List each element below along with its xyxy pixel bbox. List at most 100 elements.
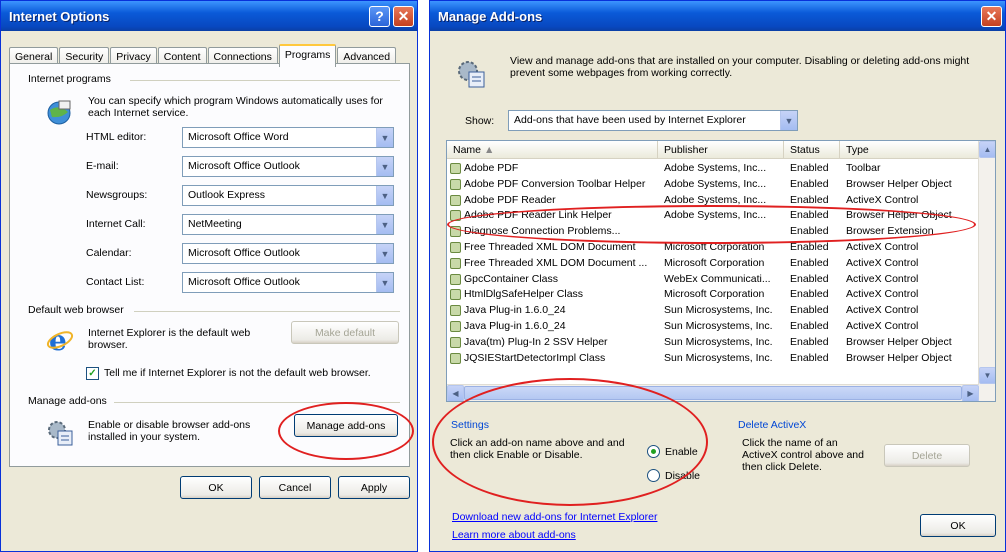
table-row[interactable]: Free Threaded XML DOM Document ... Micros… (447, 256, 979, 271)
newsgroups-label: Newsgroups: (86, 189, 148, 201)
delete-button[interactable]: Delete (884, 444, 970, 467)
internet-programs-description: You can specify which program Windows au… (88, 95, 383, 119)
apply-button[interactable]: Apply (338, 476, 410, 499)
addon-type: Browser Helper Object (846, 177, 952, 190)
email-select[interactable]: Microsoft Office Outlook ▼ (182, 156, 394, 177)
internet-call-select[interactable]: NetMeeting ▼ (182, 214, 394, 235)
table-row[interactable]: Adobe PDF Conversion Toolbar Helper Adobe… (447, 177, 979, 192)
addon-name: GpcContainer Class (464, 272, 558, 285)
internet-options-title-bar[interactable]: Internet Options ? ✕ (1, 1, 417, 31)
column-header-type[interactable]: Type (840, 141, 979, 159)
addon-type: Browser Helper Object (846, 351, 952, 364)
addon-publisher: Sun Microsystems, Inc. (664, 335, 773, 348)
default-browser-description: Internet Explorer is the default web bro… (88, 327, 251, 351)
table-row[interactable]: JQSIEStartDetectorImpl Class Sun Microsys… (447, 351, 979, 366)
addon-type: ActiveX Control (846, 320, 919, 332)
addon-status: Enabled (790, 288, 829, 301)
chevron-down-icon[interactable]: ▼ (376, 273, 393, 292)
chevron-down-icon[interactable]: ▼ (376, 186, 393, 205)
addon-name: Java Plug-in 1.6.0_24 (464, 304, 566, 317)
table-row[interactable]: Java Plug-in 1.6.0_24 Sun Microsystems, I… (447, 303, 979, 318)
column-header-name[interactable]: Name ▲ (447, 141, 658, 159)
chevron-down-icon[interactable]: ▼ (780, 111, 797, 130)
addon-icon (450, 336, 461, 348)
tab-programs[interactable]: Programs (278, 44, 337, 67)
show-filter-value: Add-ons that have been used by Internet … (514, 114, 746, 126)
table-row[interactable]: HtmlDlgSafeHelper Class Microsoft Corpora… (447, 287, 979, 302)
addons-ok-button[interactable]: OK (920, 514, 996, 537)
html-editor-label: HTML editor: (86, 131, 147, 143)
addon-icon (450, 194, 461, 206)
make-default-button[interactable]: Make default (291, 321, 399, 344)
addon-type: ActiveX Control (846, 241, 919, 253)
chevron-down-icon[interactable]: ▼ (376, 128, 393, 147)
window-title: Internet Options (9, 8, 110, 24)
addon-name: Free Threaded XML DOM Document ... (464, 256, 648, 269)
addon-type: ActiveX Control (846, 304, 919, 317)
html-editor-value: Microsoft Office Word (188, 131, 289, 143)
close-icon[interactable]: ✕ (981, 5, 1002, 27)
addon-status: Enabled (790, 304, 829, 317)
table-row[interactable]: GpcContainer Class WebEx Communicati... En… (447, 272, 979, 287)
delete-activex-group-label: Delete ActiveX (738, 419, 807, 431)
manage-addons-title-bar[interactable]: Manage Add-ons ✕ (430, 1, 1005, 31)
email-value: Microsoft Office Outlook (188, 160, 300, 172)
html-editor-select[interactable]: Microsoft Office Word ▼ (182, 127, 394, 148)
addon-icon (450, 321, 461, 332)
programs-globe-icon (47, 100, 71, 125)
group-divider (134, 311, 400, 312)
cancel-button[interactable]: Cancel (259, 476, 331, 499)
addon-name: Java(tm) Plug-In 2 SSV Helper (464, 335, 608, 348)
calendar-select[interactable]: Microsoft Office Outlook ▼ (182, 243, 394, 264)
default-browser-checkbox[interactable]: ✓ (86, 367, 99, 380)
addon-status: Enabled (790, 272, 829, 285)
calendar-value: Microsoft Office Outlook (188, 247, 300, 259)
ok-button[interactable]: OK (180, 476, 252, 499)
contact-list-select[interactable]: Microsoft Office Outlook ▼ (182, 272, 394, 293)
addon-icon (450, 178, 461, 190)
close-icon[interactable]: ✕ (393, 5, 414, 27)
help-icon[interactable]: ? (369, 5, 390, 27)
chevron-down-icon[interactable]: ▼ (376, 215, 393, 234)
newsgroups-select[interactable]: Outlook Express ▼ (182, 185, 394, 206)
addon-publisher: Microsoft Corporation (664, 288, 765, 301)
addon-icon (450, 257, 461, 269)
addon-publisher: Adobe Systems, Inc... (664, 193, 767, 206)
highlight-ring (447, 205, 976, 244)
default-browser-label: Default web browser (28, 304, 124, 316)
contact-list-label: Contact List: (86, 276, 145, 288)
column-header-publisher[interactable]: Publisher (658, 141, 784, 159)
scroll-right-icon[interactable]: ▶ (962, 385, 979, 401)
table-row[interactable]: Adobe PDF Adobe Systems, Inc... Enabled Too… (447, 161, 979, 176)
download-addons-link[interactable]: Download new add-ons for Internet Explor… (452, 511, 657, 523)
scroll-up-icon[interactable]: ▲ (979, 141, 995, 158)
chevron-down-icon[interactable]: ▼ (376, 157, 393, 176)
addon-publisher: Sun Microsystems, Inc. (664, 304, 773, 317)
show-filter-select[interactable]: Add-ons that have been used by Internet … (508, 110, 798, 131)
chevron-down-icon[interactable]: ▼ (376, 244, 393, 263)
addons-gear-icon (48, 421, 73, 446)
addon-icon (450, 305, 461, 317)
internet-call-value: NetMeeting (188, 218, 242, 230)
table-row[interactable]: Java(tm) Plug-In 2 SSV Helper Sun Microsy… (447, 335, 979, 350)
group-divider (130, 80, 400, 81)
learn-more-addons-link[interactable]: Learn more about add-ons (452, 529, 576, 541)
addon-status: Enabled (790, 351, 829, 364)
newsgroups-value: Outlook Express (188, 189, 266, 201)
addons-list[interactable]: Name ▲ Publisher Status Type Adobe PDF Ad… (446, 140, 996, 402)
internet-programs-label: Internet programs (28, 73, 111, 85)
calendar-label: Calendar: (86, 247, 132, 259)
manage-addons-group-label: Manage add-ons (28, 395, 107, 407)
addon-status: Enabled (790, 193, 829, 206)
scroll-left-icon[interactable]: ◀ (447, 385, 464, 401)
addon-status: Enabled (790, 256, 829, 269)
addon-icon (450, 289, 461, 301)
addon-publisher: Microsoft Corporation (664, 256, 765, 269)
addon-name: HtmlDlgSafeHelper Class (464, 288, 584, 301)
scroll-down-icon[interactable]: ▼ (979, 367, 995, 384)
default-browser-checkbox-label: Tell me if Internet Explorer is not the … (104, 367, 371, 379)
table-row[interactable]: Java Plug-in 1.6.0_24 Sun Microsystems, I… (447, 319, 979, 334)
addon-type: ActiveX Control (846, 288, 919, 301)
column-header-status[interactable]: Status (784, 141, 840, 159)
vertical-scrollbar[interactable]: ▲ ▼ (978, 141, 995, 401)
